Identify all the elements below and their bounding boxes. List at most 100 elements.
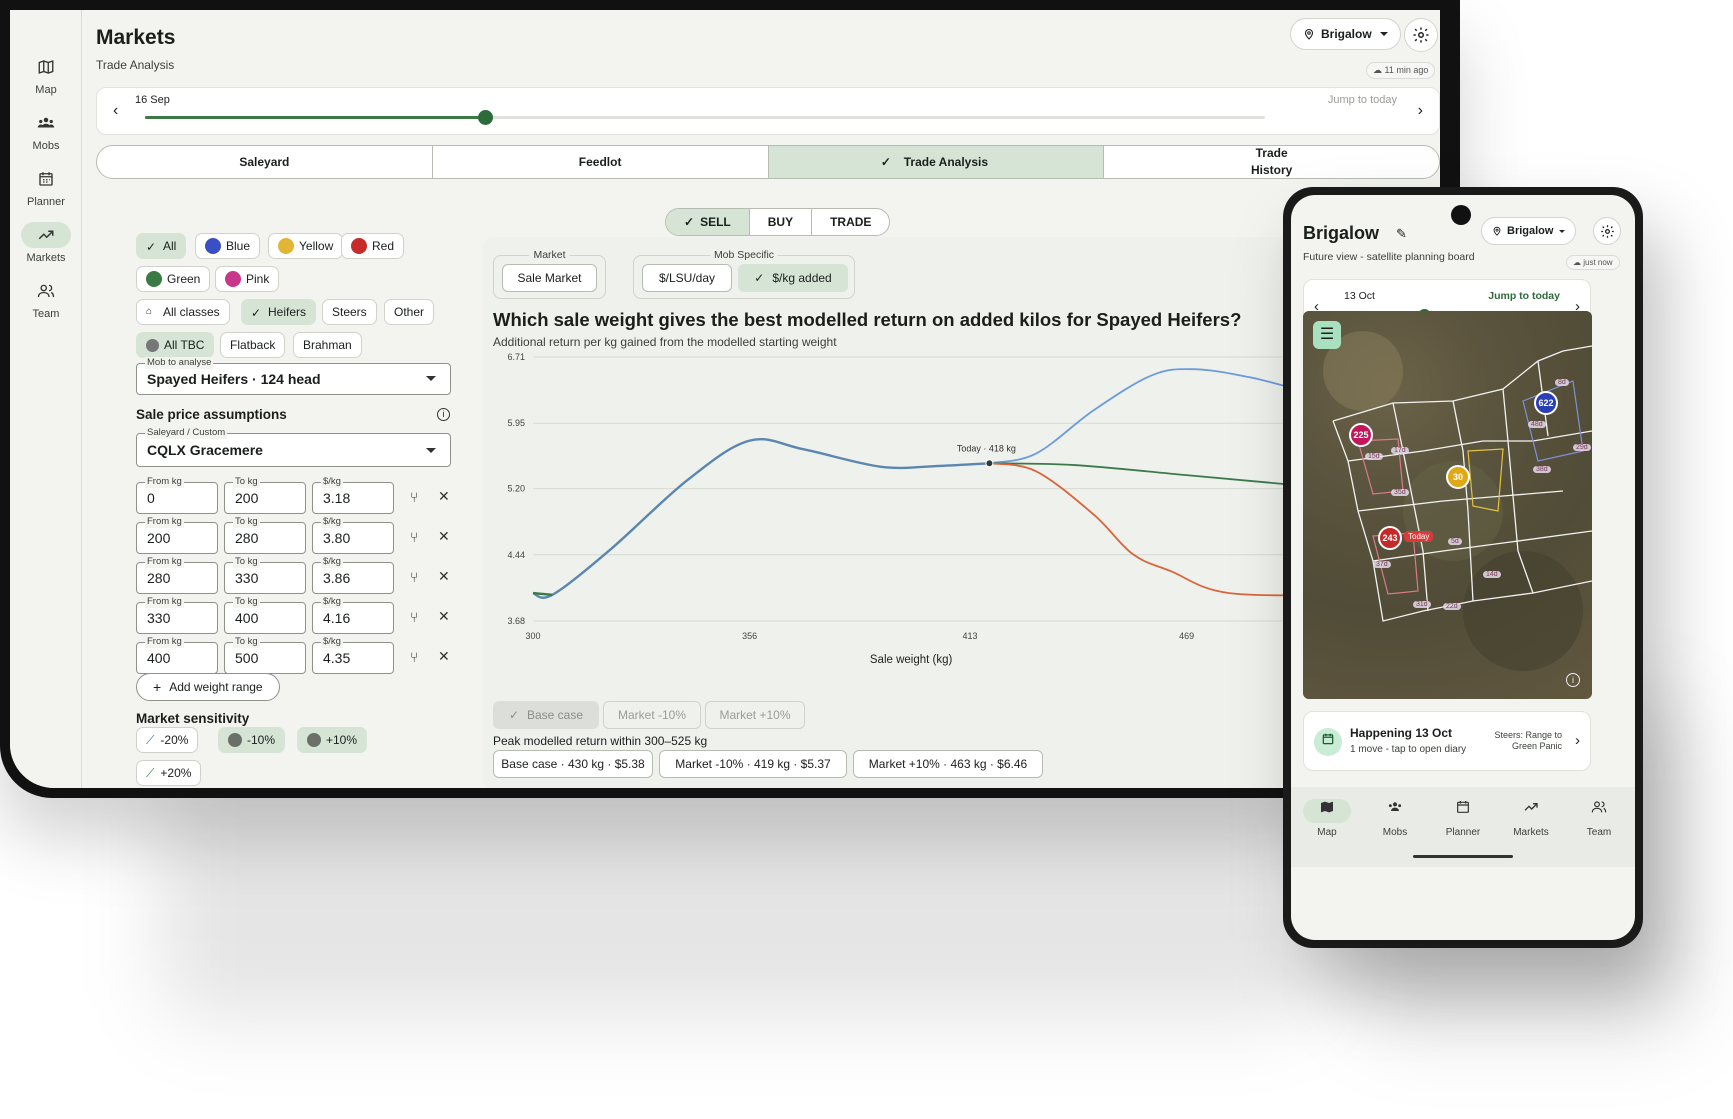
map-info-icon[interactable]: i xyxy=(1566,673,1580,687)
lsu-per-day-button[interactable]: $/LSU/day xyxy=(642,264,732,292)
chip-sensitivity-plus20[interactable]: ⟋ +20% xyxy=(136,760,202,786)
remove-range-icon[interactable]: ✕ xyxy=(438,488,450,505)
chevron-left-icon[interactable]: ‹ xyxy=(113,102,118,120)
range-from-input[interactable]: From kg 200 xyxy=(136,516,218,554)
chip-breed-all[interactable]: All TBC xyxy=(136,332,215,358)
chip-color-red[interactable]: Red xyxy=(341,233,405,259)
chart-subtitle: Additional return per kg gained from the… xyxy=(493,335,837,349)
chip-label: Flatback xyxy=(230,338,276,352)
mob-select[interactable]: Mob to analyse Spayed Heifers · 124 head xyxy=(136,357,451,395)
range-price-input[interactable]: $/kg 3.80 xyxy=(312,516,394,554)
map-menu-button[interactable]: ☰ xyxy=(1313,321,1341,349)
split-range-icon[interactable]: ⑂ xyxy=(410,569,418,585)
property-selector[interactable]: Brigalow xyxy=(1290,18,1401,50)
range-from-input[interactable]: From kg 280 xyxy=(136,556,218,594)
range-price-input[interactable]: $/kg 3.18 xyxy=(312,476,394,514)
peak-chip-base[interactable]: Base case · 430 kg · $5.38 xyxy=(493,750,653,778)
chip-color-blue[interactable]: Blue xyxy=(195,233,261,259)
satellite-map[interactable]: ☰ 225 622 30 243 Today 8d 48d 29d 38d 17d 15d 35d… xyxy=(1303,311,1592,699)
rail-item-mobs[interactable]: Mobs xyxy=(10,110,82,152)
mode-trade[interactable]: TRADE xyxy=(812,209,889,235)
legend-market-minus10[interactable]: Market -10% xyxy=(603,701,701,729)
range-price-input[interactable]: $/kg 4.35 xyxy=(312,636,394,674)
range-from-input[interactable]: From kg 400 xyxy=(136,636,218,674)
tab-saleyard[interactable]: Saleyard xyxy=(97,146,433,178)
chip-breed-brahman[interactable]: Brahman xyxy=(293,332,362,358)
chip-color-green[interactable]: Green xyxy=(136,266,211,292)
peak-chip-minus10[interactable]: Market -10% · 419 kg · $5.37 xyxy=(659,750,847,778)
field-value: 200 xyxy=(147,530,171,546)
chip-class-all[interactable]: ⌂ All classes xyxy=(136,299,230,325)
range-from-input[interactable]: From kg 0 xyxy=(136,476,218,514)
bottom-nav-mobs[interactable]: Mobs xyxy=(1361,799,1429,838)
timeline-thumb[interactable] xyxy=(478,110,494,125)
range-to-input[interactable]: To kg 330 xyxy=(224,556,306,594)
mob-count-badge[interactable]: 622 xyxy=(1534,391,1558,415)
sale-market-button[interactable]: Sale Market xyxy=(502,264,597,292)
jump-to-today[interactable]: Jump to today xyxy=(1328,94,1397,106)
nav-label: Team xyxy=(1586,827,1612,838)
rail-item-planner[interactable]: Planner xyxy=(10,166,82,208)
rail-item-team[interactable]: Team xyxy=(10,278,82,320)
chip-breed-flatback[interactable]: Flatback xyxy=(220,332,286,358)
saleyard-select[interactable]: Saleyard / Custom CQLX Gracemere xyxy=(136,427,451,467)
happening-card[interactable]: Happening 13 Oct 1 move - tap to open di… xyxy=(1303,711,1591,771)
remove-range-icon[interactable]: ✕ xyxy=(438,648,450,665)
timeline-track[interactable] xyxy=(145,110,1265,125)
chip-label: Pink xyxy=(246,272,270,286)
field-value: 280 xyxy=(147,570,171,586)
bottom-nav-markets[interactable]: Markets xyxy=(1497,799,1565,838)
chip-color-yellow[interactable]: Yellow xyxy=(268,233,344,259)
chip-sensitivity-minus20[interactable]: ⟋ -20% xyxy=(136,727,199,753)
remove-range-icon[interactable]: ✕ xyxy=(438,528,450,545)
bottom-nav-planner[interactable]: Planner xyxy=(1429,799,1497,838)
per-kg-added-button[interactable]: ✓ $/kg added xyxy=(738,264,848,292)
chip-class-steers[interactable]: Steers xyxy=(322,299,377,325)
mode-sell[interactable]: ✓ SELL xyxy=(666,209,750,235)
mob-count-badge[interactable]: 225 xyxy=(1349,423,1373,447)
tab-feedlot[interactable]: Feedlot xyxy=(433,146,769,178)
mob-count-badge[interactable]: 243 xyxy=(1378,526,1402,550)
chip-class-heifers[interactable]: ✓ Heifers xyxy=(241,299,317,325)
chip-color-pink[interactable]: Pink xyxy=(215,266,280,292)
chip-label: -10% xyxy=(247,733,276,747)
remove-range-icon[interactable]: ✕ xyxy=(438,608,450,625)
bottom-nav-map[interactable]: Map xyxy=(1293,799,1361,838)
chip-sensitivity-plus10[interactable]: +10% xyxy=(297,727,368,753)
split-range-icon[interactable]: ⑂ xyxy=(410,489,418,505)
phone-settings-button[interactable] xyxy=(1593,217,1621,245)
chevron-right-icon[interactable]: › xyxy=(1418,102,1423,120)
tab-trade-analysis[interactable]: ✓ Trade Analysis xyxy=(768,146,1105,178)
chip-class-other[interactable]: Other xyxy=(384,299,435,325)
legend-market-plus10[interactable]: Market +10% xyxy=(705,701,805,729)
range-to-input[interactable]: To kg 500 xyxy=(224,636,306,674)
chip-sensitivity-minus10[interactable]: -10% xyxy=(218,727,286,753)
check-icon: ✓ xyxy=(251,305,262,320)
range-to-input[interactable]: To kg 200 xyxy=(224,476,306,514)
legend-base-case[interactable]: ✓ Base case xyxy=(493,701,599,729)
tab-trade-history[interactable]: Trade History xyxy=(1104,146,1439,178)
range-price-input[interactable]: $/kg 4.16 xyxy=(312,596,394,634)
field-value: CQLX Gracemere xyxy=(147,442,263,458)
bottom-nav-team[interactable]: Team xyxy=(1565,799,1633,838)
split-range-icon[interactable]: ⑂ xyxy=(410,529,418,545)
range-to-input[interactable]: To kg 400 xyxy=(224,596,306,634)
add-weight-range-button[interactable]: + Add weight range xyxy=(136,673,280,701)
range-price-input[interactable]: $/kg 3.86 xyxy=(312,556,394,594)
remove-range-icon[interactable]: ✕ xyxy=(438,568,450,585)
range-to-input[interactable]: To kg 280 xyxy=(224,516,306,554)
rail-item-markets[interactable]: Markets xyxy=(10,222,82,264)
chip-color-all[interactable]: ✓ All xyxy=(136,233,187,259)
edit-icon[interactable]: ✎ xyxy=(1396,226,1407,242)
info-icon[interactable]: i xyxy=(437,408,450,421)
rail-item-map[interactable]: Map xyxy=(10,54,82,96)
mob-count-badge[interactable]: 30 xyxy=(1446,465,1470,489)
jump-to-today[interactable]: Jump to today xyxy=(1488,290,1560,302)
peak-chip-plus10[interactable]: Market +10% · 463 kg · $6.46 xyxy=(853,750,1043,778)
split-range-icon[interactable]: ⑂ xyxy=(410,649,418,665)
mode-buy[interactable]: BUY xyxy=(750,209,813,235)
settings-button[interactable] xyxy=(1404,18,1438,52)
split-range-icon[interactable]: ⑂ xyxy=(410,609,418,625)
range-from-input[interactable]: From kg 330 xyxy=(136,596,218,634)
phone-property-selector[interactable]: Brigalow xyxy=(1481,217,1577,245)
